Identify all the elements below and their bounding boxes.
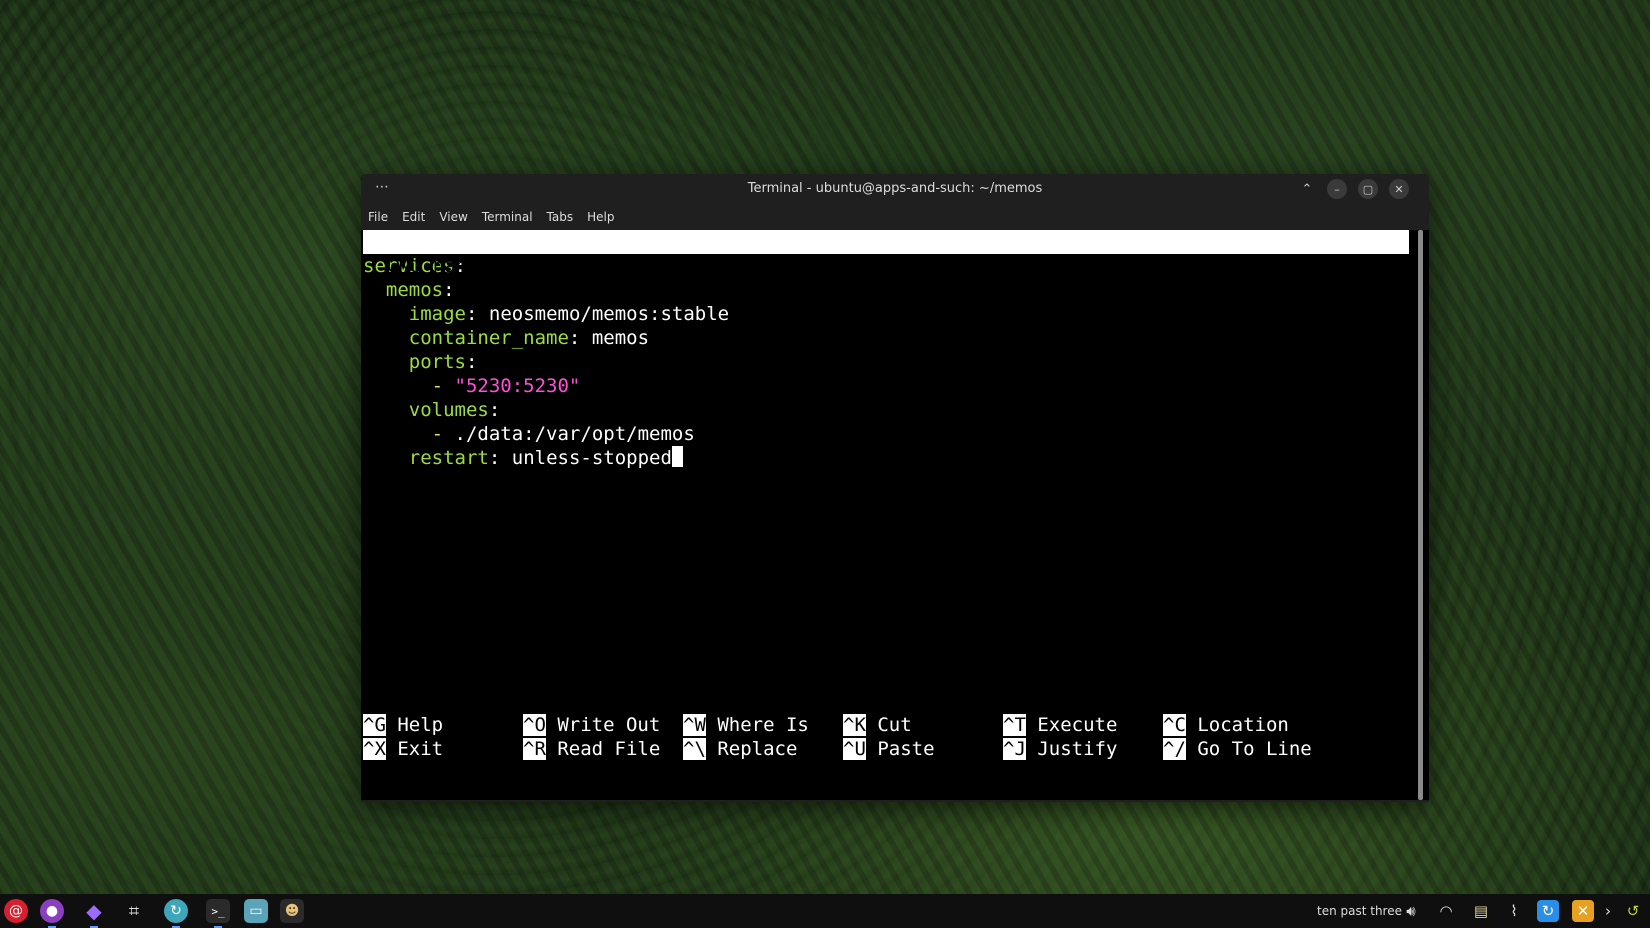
window-border: [361, 800, 1429, 802]
shortcut-read-file[interactable]: ^R Read File: [523, 737, 660, 761]
files-icon[interactable]: ▭: [244, 899, 268, 923]
menu-tabs[interactable]: Tabs: [547, 210, 574, 224]
shortcut-justify[interactable]: ^J Justify: [1003, 737, 1117, 761]
notes-icon[interactable]: ▤: [1470, 900, 1492, 922]
yaml-key: container_name: [408, 327, 569, 349]
maximize-button[interactable]: ▢: [1358, 179, 1378, 199]
shortcut-write-out[interactable]: ^O Write Out: [523, 713, 660, 737]
code-line: volumes:: [363, 398, 1409, 422]
tray-expand-icon[interactable]: ›: [1597, 900, 1619, 922]
menu-view[interactable]: View: [439, 210, 467, 224]
update-icon[interactable]: ↺: [1622, 900, 1644, 922]
window-title: Terminal - ubuntu@apps-and-such: ~/memos: [747, 181, 1043, 196]
scrollbar[interactable]: [1418, 230, 1423, 800]
yaml-value: neosmemo/memos:stable: [488, 303, 730, 325]
terminal-window: ⋯ Terminal - ubuntu@apps-and-such: ~/mem…: [361, 174, 1429, 802]
yaml-value: memos: [591, 327, 650, 349]
yaml-colon: :: [488, 447, 501, 469]
yaml-value: unless-stopped: [511, 447, 672, 469]
code-line: - ./data:/var/opt/memos: [363, 422, 1409, 446]
taskbar: @ ● ◆ ⌗ ↻ >_ ▭ ☻ ten past three 🔊︎ ◠ ▤ ⌇…: [0, 894, 1650, 928]
yaml-key: image: [408, 303, 466, 325]
shortcut-row: ^X Exit ^R Read File ^\ Replace ^U Paste…: [363, 737, 1409, 761]
text-cursor: [671, 446, 683, 467]
app-icon[interactable]: ◆: [82, 899, 106, 928]
yaml-colon: :: [488, 399, 501, 421]
shortcut-go-to-line[interactable]: ^/ Go To Line: [1163, 737, 1312, 761]
firefox-icon[interactable]: ●: [40, 899, 64, 928]
terminal-icon[interactable]: >_: [206, 899, 230, 928]
code-line: restart: unless-stopped: [363, 446, 1409, 470]
menu-terminal[interactable]: Terminal: [482, 210, 533, 224]
clock[interactable]: ten past three: [1317, 904, 1402, 918]
code-line: image: neosmemo/memos:stable: [363, 302, 1409, 326]
nano-version: GNU nano 6.2: [387, 255, 525, 277]
shortcut-exit[interactable]: ^X Exit: [363, 737, 443, 761]
shortcut-row: ^G Help ^O Write Out ^W Where Is ^K Cut …: [363, 713, 1409, 737]
shortcut-cut[interactable]: ^K Cut: [843, 713, 912, 737]
shade-button[interactable]: ⌃: [1297, 179, 1317, 199]
code-line: - "5230:5230": [363, 374, 1409, 398]
code-line: ports:: [363, 350, 1409, 374]
nano-shortcuts: ^G Help ^O Write Out ^W Where Is ^K Cut …: [363, 713, 1409, 761]
yaml-dash: -: [431, 423, 444, 445]
yaml-colon: :: [443, 279, 455, 301]
sync-tray-icon[interactable]: ↻: [1537, 900, 1559, 922]
close-button[interactable]: ✕: [1389, 179, 1409, 199]
yaml-colon: :: [568, 327, 581, 349]
yaml-value: ./data:/var/opt/memos: [454, 423, 695, 445]
debian-menu-icon[interactable]: @: [4, 899, 28, 923]
shortcut-paste[interactable]: ^U Paste: [843, 737, 935, 761]
menu-edit[interactable]: Edit: [402, 210, 425, 224]
app-tray-icon[interactable]: ✕: [1572, 900, 1594, 922]
wifi-icon[interactable]: ◠: [1435, 900, 1457, 922]
menu-bar: File Edit View Terminal Tabs Help: [361, 204, 1429, 230]
menu-file[interactable]: File: [368, 210, 388, 224]
shortcut-where-is[interactable]: ^W Where Is: [683, 713, 809, 737]
menu-help[interactable]: Help: [587, 210, 614, 224]
volume-icon[interactable]: 🔊︎: [1400, 900, 1422, 922]
yaml-key: volumes: [408, 399, 489, 421]
yaml-key: ports: [408, 351, 466, 373]
yaml-string: "5230:5230": [454, 375, 581, 397]
nano-header: GNU nano 6.2 docker-compose.yml *: [363, 230, 1409, 301]
shortcut-execute[interactable]: ^T Execute: [1003, 713, 1117, 737]
title-bar: ⋯ Terminal - ubuntu@apps-and-such: ~/mem…: [361, 174, 1429, 204]
cat-app-icon[interactable]: ☻: [280, 899, 304, 923]
yaml-colon: :: [465, 351, 478, 373]
shortcut-help[interactable]: ^G Help: [363, 713, 443, 737]
yaml-key: restart: [408, 447, 489, 469]
minimize-button[interactable]: –: [1327, 179, 1347, 199]
paperclip-icon[interactable]: ⌇: [1503, 900, 1525, 922]
code-line: container_name: memos: [363, 326, 1409, 350]
yaml-dash: -: [431, 375, 444, 397]
yaml-colon: :: [465, 303, 478, 325]
terminal-content[interactable]: GNU nano 6.2 docker-compose.yml * servic…: [363, 230, 1409, 800]
nano-filename: docker-compose.yml *: [807, 279, 1036, 301]
screenshot-icon[interactable]: ⌗: [122, 899, 146, 923]
shortcut-replace[interactable]: ^\ Replace: [683, 737, 797, 761]
sync-icon[interactable]: ↻: [164, 899, 188, 928]
shortcut-location[interactable]: ^C Location: [1163, 713, 1289, 737]
